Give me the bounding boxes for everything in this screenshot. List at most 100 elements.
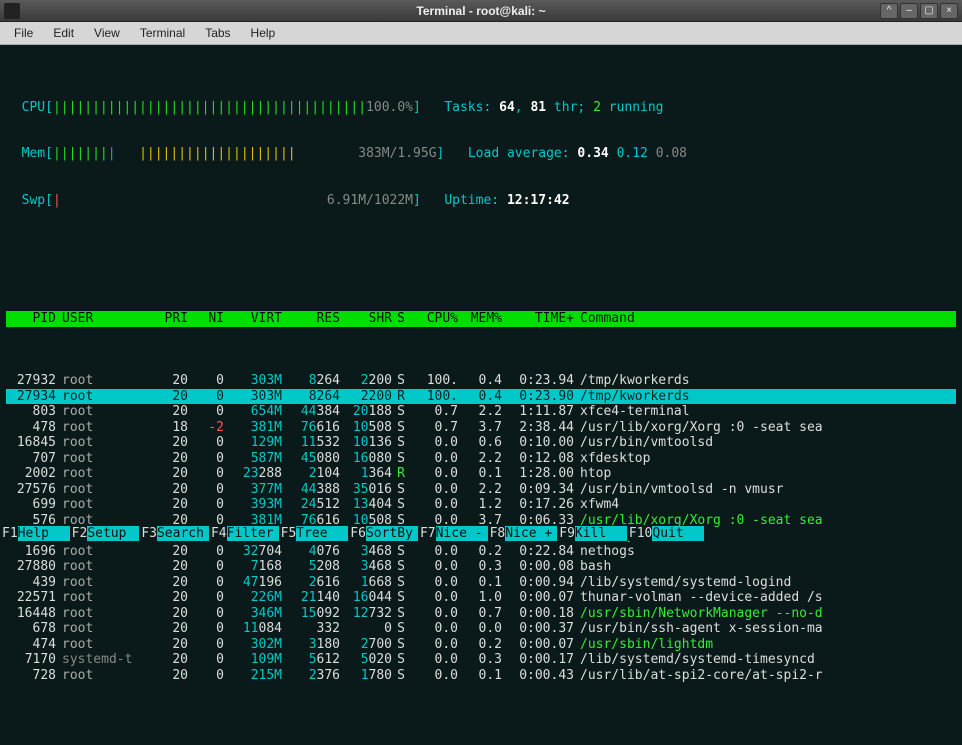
fkey-label-f9[interactable]: Kill [575, 526, 627, 542]
menu-tabs[interactable]: Tabs [197, 24, 238, 42]
col-cpu[interactable]: CPU% [410, 311, 458, 327]
fkey-f5[interactable]: F5 [279, 526, 297, 542]
close-button[interactable]: × [940, 3, 958, 19]
cell-ni: 0 [188, 497, 224, 513]
cell-ni: 0 [188, 451, 224, 467]
col-time[interactable]: TIME+ [502, 311, 574, 327]
fkey-label-f10[interactable]: Quit [652, 526, 704, 542]
col-user[interactable]: USER [56, 311, 148, 327]
table-row[interactable]: 678root200110843320S0.00.00:00.37/usr/bi… [6, 621, 956, 637]
fkey-label-f4[interactable]: Filter [227, 526, 279, 542]
load-label: Load average: [468, 146, 578, 162]
table-row[interactable]: 27934root200303M82642200R100.0.40:23.90/… [6, 389, 956, 405]
table-row[interactable]: 27880root200716852083468S0.00.30:00.08ba… [6, 559, 956, 575]
col-ni[interactable]: NI [188, 311, 224, 327]
table-row[interactable]: 478root18-2381M7661610508S0.73.72:38.44/… [6, 420, 956, 436]
col-shr[interactable]: SHR [340, 311, 392, 327]
fkey-f9[interactable]: F9 [557, 526, 575, 542]
cell-cpu: 0.0 [410, 606, 458, 622]
table-row[interactable]: 707root200587M4508016080S0.02.20:12.08xf… [6, 451, 956, 467]
table-row[interactable]: 27932root200303M82642200S100.0.40:23.94/… [6, 373, 956, 389]
table-row[interactable]: 699root200393M2451213404S0.01.20:17.26xf… [6, 497, 956, 513]
fkey-f6[interactable]: F6 [348, 526, 366, 542]
fkey-label-f3[interactable]: Search [157, 526, 209, 542]
menu-view[interactable]: View [86, 24, 128, 42]
table-row[interactable]: 22571root200226M2114016044S0.01.00:00.07… [6, 590, 956, 606]
terminal-content[interactable]: CPU[||||||||||||||||||||||||||||||||||||… [0, 45, 962, 541]
load-15: 0.08 [656, 146, 687, 162]
minimize-button[interactable]: – [900, 3, 918, 19]
cell-cmd: nethogs [574, 544, 956, 560]
cpu-label: CPU [22, 100, 45, 116]
cell-cpu: 100. [410, 389, 458, 405]
mem-label: Mem [22, 146, 45, 162]
menu-terminal[interactable]: Terminal [132, 24, 193, 42]
cell-cpu: 0.0 [410, 637, 458, 653]
fkey-f1[interactable]: F1 [0, 526, 18, 542]
fkey-f3[interactable]: F3 [139, 526, 157, 542]
cell-pid: 27576 [6, 482, 56, 498]
maximize-button[interactable]: ▢ [920, 3, 938, 19]
table-row[interactable]: 439root2004719626161668S0.00.10:00.94/li… [6, 575, 956, 591]
cell-pid: 803 [6, 404, 56, 420]
cell-time: 0:23.94 [502, 373, 574, 389]
fkey-label-f8[interactable]: Nice + [505, 526, 557, 542]
col-pid[interactable]: PID [6, 311, 56, 327]
load-1: 0.34 [577, 146, 608, 162]
menu-help[interactable]: Help [243, 24, 284, 42]
cell-pri: 20 [148, 389, 188, 405]
table-row[interactable]: 7170systemd-t200109M56125020S0.00.30:00.… [6, 652, 956, 668]
cell-s: S [392, 590, 410, 606]
fkey-label-f1[interactable]: Help [18, 526, 70, 542]
fkey-label-f5[interactable]: Tree [296, 526, 348, 542]
fkey-label-f7[interactable]: Nice - [436, 526, 488, 542]
swp-value: 6.91M/1022M [327, 193, 413, 209]
fkey-f10[interactable]: F10 [627, 526, 652, 542]
fkey-label-f6[interactable]: SortBy [366, 526, 418, 542]
col-mem[interactable]: MEM% [458, 311, 502, 327]
fkey-f8[interactable]: F8 [488, 526, 506, 542]
cell-cmd: /usr/lib/at-spi2-core/at-spi2-r [574, 668, 956, 684]
cell-mem: 0.2 [458, 637, 502, 653]
cell-cpu: 0.0 [410, 544, 458, 560]
col-cmd[interactable]: Command [574, 311, 956, 327]
col-virt[interactable]: VIRT [224, 311, 282, 327]
cell-ni: 0 [188, 389, 224, 405]
cell-cmd: /tmp/kworkerds [574, 373, 956, 389]
fkey-f2[interactable]: F2 [70, 526, 88, 542]
app-icon [4, 3, 20, 19]
col-res[interactable]: RES [282, 311, 340, 327]
table-row[interactable]: 2002root2002328821041364R0.00.11:28.00ht… [6, 466, 956, 482]
cell-s: S [392, 575, 410, 591]
cell-cpu: 100. [410, 373, 458, 389]
table-row[interactable]: 803root200654M4438420188S0.72.21:11.87xf… [6, 404, 956, 420]
menu-edit[interactable]: Edit [45, 24, 82, 42]
table-row[interactable]: 16448root200346M1509212732S0.00.70:00.18… [6, 606, 956, 622]
table-row[interactable]: 474root200302M31802700S0.00.20:00.07/usr… [6, 637, 956, 653]
fkey-f4[interactable]: F4 [209, 526, 227, 542]
process-table-header[interactable]: PID USER PRI NI VIRT RES SHR S CPU% MEM%… [6, 311, 956, 327]
rollup-button[interactable]: ^ [880, 3, 898, 19]
fkey-f7[interactable]: F7 [418, 526, 436, 542]
table-row[interactable]: 1696root2003270440763468S0.00.20:22.84ne… [6, 544, 956, 560]
table-row[interactable]: 27576root200377M4438835016S0.02.20:09.34… [6, 482, 956, 498]
col-s[interactable]: S [392, 311, 410, 327]
cell-ni: 0 [188, 621, 224, 637]
cell-pid: 707 [6, 451, 56, 467]
table-row[interactable]: 728root200215M23761780S0.00.10:00.43/usr… [6, 668, 956, 684]
cell-cmd: /usr/bin/ssh-agent x-session-ma [574, 621, 956, 637]
cell-pid: 1696 [6, 544, 56, 560]
cell-cpu: 0.0 [410, 621, 458, 637]
cell-cmd: /usr/lib/xorg/Xorg :0 -seat sea [574, 420, 956, 436]
cell-user: root [56, 637, 148, 653]
cell-pri: 20 [148, 497, 188, 513]
fkey-label-f2[interactable]: Setup [87, 526, 139, 542]
menu-file[interactable]: File [6, 24, 41, 42]
cell-cpu: 0.7 [410, 420, 458, 436]
cell-pri: 20 [148, 621, 188, 637]
col-pri[interactable]: PRI [148, 311, 188, 327]
cell-cpu: 0.0 [410, 451, 458, 467]
cell-cmd: xfdesktop [574, 451, 956, 467]
table-row[interactable]: 16845root200129M1153210136S0.00.60:10.00… [6, 435, 956, 451]
cell-cpu: 0.0 [410, 482, 458, 498]
